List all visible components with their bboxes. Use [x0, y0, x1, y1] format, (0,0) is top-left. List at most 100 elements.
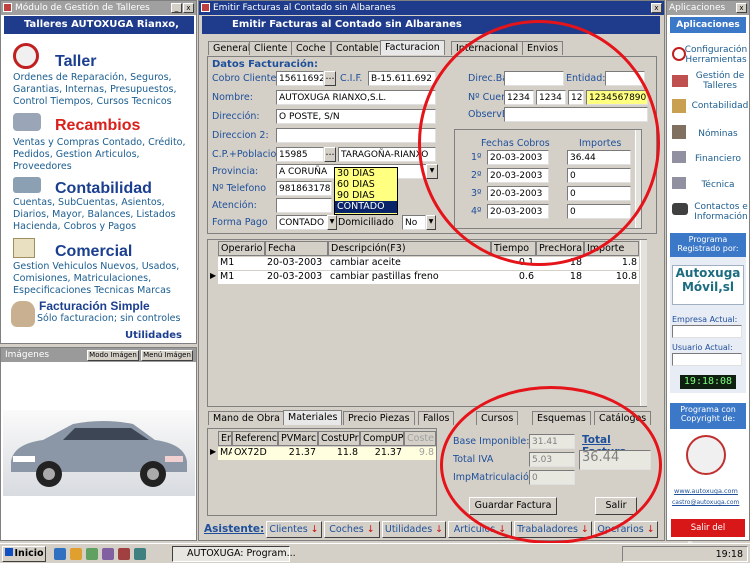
- comercial-icon[interactable]: [13, 238, 35, 258]
- direccion2-field[interactable]: [276, 128, 436, 143]
- section-title-taller[interactable]: Taller: [55, 53, 97, 71]
- close-button[interactable]: x: [736, 3, 747, 13]
- ops-cell[interactable]: M1: [218, 271, 265, 284]
- atencion-field[interactable]: [276, 198, 332, 213]
- dropdown-option[interactable]: 60 DIAS: [335, 179, 397, 190]
- section-desc-comercial[interactable]: Gestion Vehiculos Nuevos, Usados, Comisi…: [13, 261, 195, 297]
- mat-col-em[interactable]: Em: [218, 431, 232, 446]
- ops-col-fecha[interactable]: Fecha: [265, 241, 328, 256]
- image-mode-button[interactable]: Modo Imágen: [87, 350, 139, 361]
- ops-row-2[interactable]: M1 20-03-2003 cambiar pastillas freno 0.…: [218, 271, 639, 284]
- simple-title[interactable]: Facturación Simple: [39, 299, 150, 313]
- domiciliado-dropdown-button[interactable]: ▾: [426, 215, 436, 230]
- ops-cell[interactable]: cambiar pastillas freno: [328, 271, 491, 284]
- ops-cell[interactable]: 0.6: [491, 271, 536, 284]
- utilities-link[interactable]: Utilidades: [125, 330, 182, 341]
- assistant-utilidades-button[interactable]: Utilidades ↓: [382, 521, 446, 538]
- image-menu-button[interactable]: Menú Imágen: [141, 350, 193, 361]
- cp-lookup-button[interactable]: ...: [324, 147, 336, 162]
- quicklaunch-icon[interactable]: [134, 548, 146, 560]
- close-button[interactable]: x: [183, 3, 194, 13]
- mat-cell[interactable]: 21.37: [360, 447, 404, 460]
- mail-link[interactable]: castro@autoxuga.com: [672, 499, 739, 506]
- mat-col-compupr[interactable]: CompUPr: [360, 431, 404, 446]
- tab-cliente[interactable]: Cliente: [249, 41, 293, 55]
- ops-col-descripcion[interactable]: Descripción(F3): [328, 241, 491, 256]
- cobro-lookup-button[interactable]: ...: [324, 71, 336, 86]
- taskbar-app-button[interactable]: AUTOXUGA: Program...: [172, 546, 296, 562]
- mat-col-costupre[interactable]: CostUPre: [318, 431, 360, 446]
- tab-contable[interactable]: Contable: [331, 41, 384, 55]
- assistant-clientes-button[interactable]: Clientes ↓: [266, 521, 322, 538]
- quicklaunch-icon[interactable]: [102, 548, 114, 560]
- section-title-recambios[interactable]: Recambios: [55, 117, 140, 135]
- forma-pago-dropdown-button[interactable]: ▾: [327, 215, 337, 230]
- dropdown-option[interactable]: 90 DIAS: [335, 190, 397, 201]
- app-item-financiero[interactable]: Financiero: [689, 154, 747, 164]
- mat-col-coste[interactable]: Coste: [404, 431, 436, 446]
- direccion-field[interactable]: O POSTE, S/N: [276, 109, 436, 124]
- ops-cell[interactable]: 1.8: [584, 257, 639, 270]
- tab-facturacion[interactable]: Facturacion: [380, 40, 445, 55]
- ops-cell[interactable]: cambiar aceite: [328, 257, 491, 270]
- contabilidad-icon[interactable]: [13, 177, 41, 193]
- usuario-label: Usuario Actual:: [672, 343, 733, 352]
- quicklaunch-icon[interactable]: [54, 548, 66, 560]
- tools-icon: [672, 47, 686, 61]
- quicklaunch-icon[interactable]: [86, 548, 98, 560]
- domiciliado-select[interactable]: No: [402, 215, 426, 230]
- app-item-nominas[interactable]: Nóminas: [689, 129, 747, 139]
- taller-icon[interactable]: [13, 43, 39, 69]
- section-desc-taller[interactable]: Ordenes de Reparación, Seguros, Garantia…: [13, 72, 195, 108]
- mat-cell[interactable]: 21.37: [278, 447, 318, 460]
- ops-scrollbar[interactable]: [640, 240, 647, 406]
- cif-field[interactable]: B-15.611.692: [368, 71, 436, 86]
- tab-fallos[interactable]: Fallos: [418, 411, 455, 425]
- nombre-field[interactable]: AUTOXUGA RIANXO,S.L.: [276, 90, 436, 105]
- exit-program-button[interactable]: Salir del Programa: [671, 519, 745, 551]
- ops-cell[interactable]: 18: [536, 271, 584, 284]
- start-button[interactable]: Inicio: [2, 546, 46, 562]
- assistant-coches-button[interactable]: Coches ↓: [324, 521, 380, 538]
- tab-mano-obra[interactable]: Mano de Obra: [208, 411, 286, 425]
- dropdown-option[interactable]: 30 DIAS: [335, 168, 397, 179]
- forma-pago-select[interactable]: CONTADO: [276, 215, 328, 230]
- app-item-configuracion[interactable]: Configuración Herramientas: [683, 45, 749, 65]
- section-desc-recambios[interactable]: Ventas y Compras Contado, Crédito, Pedid…: [13, 137, 195, 173]
- mat-row-1[interactable]: MA OX72D 21.37 11.8 21.37 9.8: [218, 447, 436, 460]
- mat-cell[interactable]: OX72D: [232, 447, 278, 460]
- mat-cell[interactable]: 11.8: [318, 447, 360, 460]
- tab-coche[interactable]: Coche: [291, 41, 331, 55]
- minimize-button[interactable]: _: [171, 3, 182, 13]
- ops-cell[interactable]: 20-03-2003: [265, 271, 328, 284]
- close-button[interactable]: x: [651, 3, 662, 13]
- section-title-contabilidad[interactable]: Contabilidad: [55, 180, 152, 198]
- cp-field[interactable]: 15985: [276, 147, 324, 162]
- simple-icon[interactable]: [11, 301, 35, 327]
- ops-cell[interactable]: 20-03-2003: [265, 257, 328, 270]
- site-link[interactable]: www.autoxuga.com: [674, 487, 738, 495]
- section-title-comercial[interactable]: Comercial: [55, 243, 132, 261]
- mat-col-referencia[interactable]: Referenc: [232, 431, 278, 446]
- mat-cell[interactable]: MA: [218, 447, 232, 460]
- app-item-tecnica[interactable]: Técnica: [689, 180, 747, 190]
- mat-col-pvmarc[interactable]: PVMarc: [278, 431, 318, 446]
- quicklaunch-icon[interactable]: [118, 548, 130, 560]
- telefono-field[interactable]: 981863178: [276, 181, 332, 196]
- ops-col-operario[interactable]: Operario: [218, 241, 265, 256]
- simple-desc[interactable]: Sólo facturacion; sin controles: [37, 313, 180, 324]
- app-item-contabilidad[interactable]: Contabilidad: [689, 101, 750, 111]
- dropdown-option-selected[interactable]: CONTADO: [335, 201, 397, 213]
- ops-cell[interactable]: 10.8: [584, 271, 639, 284]
- ops-cell[interactable]: M1: [218, 257, 265, 270]
- recambios-icon[interactable]: [13, 113, 41, 131]
- tab-precio-piezas[interactable]: Precio Piezas: [343, 411, 415, 425]
- app-item-contactos[interactable]: Contactos e Información: [691, 202, 750, 222]
- app-item-gestion[interactable]: Gestión de Talleres: [693, 71, 747, 91]
- cobro-field[interactable]: 15611692: [276, 71, 324, 86]
- mat-cell[interactable]: 9.8: [404, 447, 436, 460]
- left-titlebar: Módulo de Gestión de Talleres _ x: [1, 1, 196, 15]
- tab-materiales[interactable]: Materiales: [283, 410, 343, 425]
- section-desc-contabilidad[interactable]: Cuentas, SubCuentas, Asientos, Diarios, …: [13, 197, 195, 233]
- quicklaunch-icon[interactable]: [70, 548, 82, 560]
